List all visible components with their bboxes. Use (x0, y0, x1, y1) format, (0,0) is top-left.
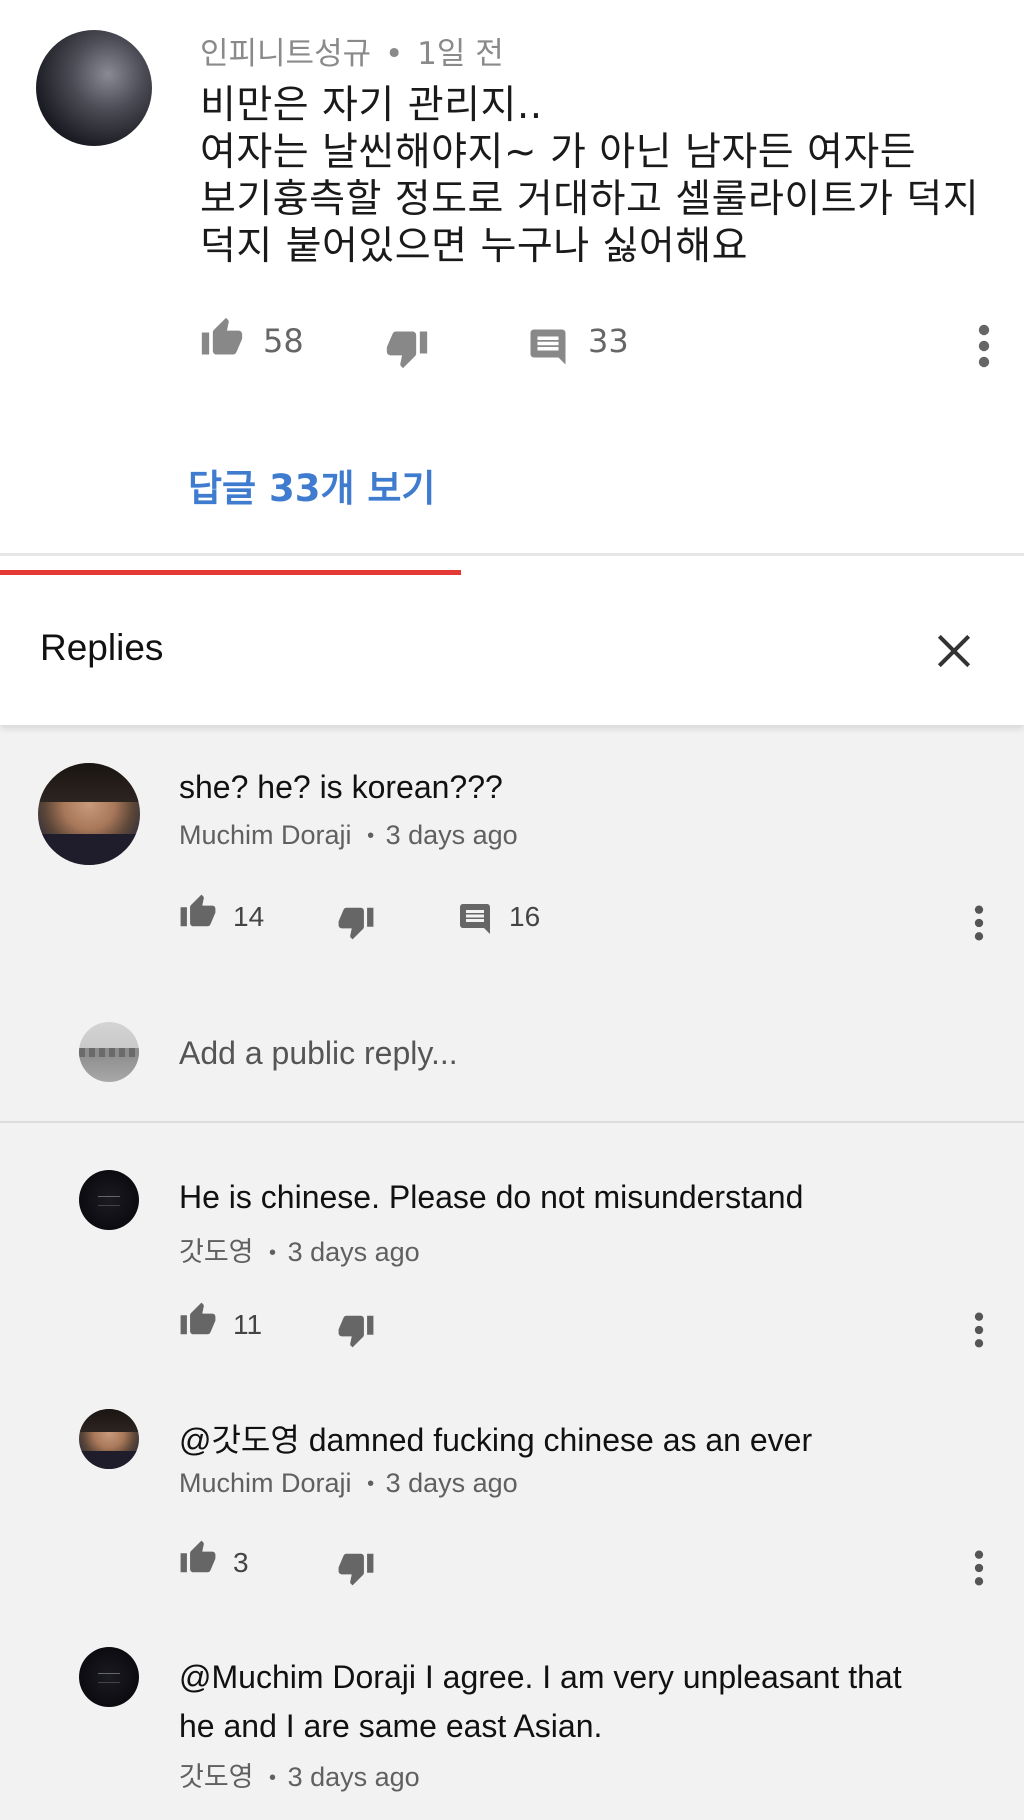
top-comment-line: 여자는 날씬해야지~ 가 아닌 남자든 여자든 (200, 130, 917, 175)
like-count: 3 (233, 1547, 249, 1578)
meta-separator: • (367, 825, 375, 848)
close-icon[interactable] (932, 629, 976, 673)
top-comment-author[interactable]: 인피니트성규 (200, 36, 371, 72)
reply-text-line: he and I are same east Asian. (179, 1708, 603, 1744)
top-comment-time: 1일 전 (417, 36, 504, 72)
more-vertical-icon[interactable] (970, 1548, 988, 1588)
avatar (79, 1022, 139, 1082)
top-comment-meta: 인피니트성규 • 1일 전 (200, 28, 504, 73)
replies-panel: she? he? is korean??? Muchim Doraji • 3 … (0, 725, 1024, 1820)
reply-time: 3 days ago (287, 1237, 420, 1267)
replies-count: 16 (509, 901, 541, 932)
thumbs-up-icon[interactable] (178, 1301, 218, 1339)
meta-separator: • (269, 1767, 277, 1790)
top-replies-count: 33 (588, 322, 629, 360)
reply-meta: 갓도영 • 3 days ago (179, 1755, 420, 1794)
top-comment-line: 보기흉측할 정도로 거대하고 셀룰라이트가 덕지 (200, 177, 980, 222)
comment-icon[interactable] (456, 901, 494, 937)
more-vertical-icon[interactable] (970, 903, 988, 943)
thumbs-up-icon[interactable] (178, 893, 218, 931)
reply-text: He is chinese. Please do not misundersta… (179, 1179, 804, 1215)
reply-text-line: @Muchim Doraji I agree. I am very unplea… (179, 1659, 902, 1695)
top-comment-text: 비만은 자기 관리지.. 여자는 날씬해야지~ 가 아닌 남자든 여자든 보기흉… (200, 82, 979, 270)
thumbs-down-icon[interactable] (336, 1549, 376, 1587)
top-like-count: 58 (263, 322, 304, 360)
reply-author[interactable]: Muchim Doraji (179, 1468, 352, 1498)
reply-author[interactable]: 갓도영 (179, 1762, 254, 1792)
divider (0, 1121, 1024, 1123)
reply-time: 3 days ago (385, 1468, 518, 1498)
avatar[interactable] (79, 1170, 139, 1230)
reply-text: @Muchim Doraji I agree. I am very unplea… (179, 1653, 902, 1751)
thumbs-up-icon[interactable] (198, 316, 246, 360)
meta-separator: • (367, 1473, 375, 1496)
like-count: 11 (233, 1309, 263, 1340)
avatar[interactable] (79, 1647, 139, 1707)
parent-reply-meta: Muchim Doraji • 3 days ago (179, 820, 518, 851)
replies-title: Replies (40, 627, 164, 668)
meta-separator: • (384, 36, 404, 72)
reply-input[interactable]: Add a public reply... (179, 1035, 458, 1072)
thumbs-down-icon[interactable] (383, 326, 431, 370)
view-replies-link[interactable]: 답글 33개 보기 (188, 458, 435, 512)
meta-separator: • (269, 1242, 277, 1265)
more-vertical-icon[interactable] (970, 1310, 988, 1350)
top-comment: 인피니트성규 • 1일 전 비만은 자기 관리지.. 여자는 날씬해야지~ 가 … (0, 0, 1024, 556)
reply-time: 3 days ago (287, 1762, 420, 1792)
reply-meta: Muchim Doraji • 3 days ago (179, 1468, 518, 1499)
divider (0, 553, 1024, 556)
reply-author[interactable]: 갓도영 (179, 1237, 254, 1267)
thumbs-down-icon[interactable] (336, 903, 376, 941)
parent-reply-author[interactable]: Muchim Doraji (179, 820, 352, 850)
like-count: 14 (233, 901, 265, 932)
top-comment-avatar[interactable] (36, 30, 152, 146)
thumbs-down-icon[interactable] (336, 1311, 376, 1349)
top-comment-line: 비만은 자기 관리지.. (200, 83, 543, 128)
comment-icon[interactable] (526, 326, 570, 368)
replies-header: Replies (0, 575, 1024, 725)
avatar[interactable] (38, 763, 140, 865)
parent-reply-time: 3 days ago (385, 820, 518, 850)
thumbs-up-icon[interactable] (178, 1539, 218, 1577)
reply-meta: 갓도영 • 3 days ago (179, 1230, 420, 1269)
parent-reply-text: she? he? is korean??? (179, 769, 503, 805)
avatar[interactable] (79, 1409, 139, 1469)
reply-text: @갓도영 damned fucking chinese as an ever (179, 1422, 813, 1458)
more-vertical-icon[interactable] (974, 322, 994, 370)
top-comment-line: 덕지 붙어있으면 누구나 싫어해요 (200, 224, 749, 269)
